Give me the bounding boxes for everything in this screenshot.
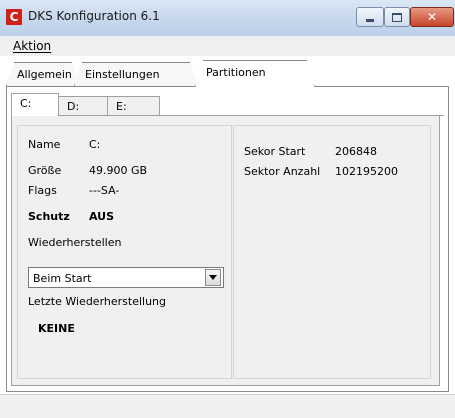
sector-count-value: 102195200 xyxy=(335,165,398,178)
schutz-label: Schutz xyxy=(28,210,70,223)
dropdown-arrow-icon[interactable] xyxy=(205,269,221,286)
size-value: 49.900 GB xyxy=(89,164,148,177)
main-area: Allgemein Einstellungen Partitionen C: D… xyxy=(0,56,455,394)
tab-einstellungen[interactable]: Einstellungen xyxy=(74,62,198,86)
name-value: C: xyxy=(89,138,101,151)
status-bar xyxy=(0,394,455,418)
maximize-button[interactable] xyxy=(384,7,410,27)
drive-content: Name C: Größe 49.900 GB Flags ---SA- Sch… xyxy=(11,116,440,386)
menu-bar: Aktion xyxy=(0,36,455,56)
flags-value: ---SA- xyxy=(89,184,120,197)
menu-aktion[interactable]: Aktion xyxy=(13,39,51,53)
tab-partitionen[interactable]: Partitionen xyxy=(195,60,315,87)
tab-allgemein[interactable]: Allgemein xyxy=(6,62,80,86)
sector-count-label: Sektor Anzahl xyxy=(244,165,321,178)
partition-info-group: Name C: Größe 49.900 GB Flags ---SA- Sch… xyxy=(17,125,232,379)
sector-info-group: Sekor Start 206848 Sektor Anzahl 1021952… xyxy=(233,125,431,379)
sector-start-value: 206848 xyxy=(335,145,377,158)
size-label: Größe xyxy=(28,164,62,177)
minimize-button[interactable] xyxy=(356,7,384,27)
tab-drive-c[interactable]: C: xyxy=(11,93,59,116)
name-label: Name xyxy=(28,138,61,151)
sector-start-label: Sekor Start xyxy=(244,145,306,158)
maximize-icon xyxy=(392,12,402,22)
restore-select-value: Beim Start xyxy=(33,272,92,285)
title-bar[interactable]: C DKS Konfiguration 6.1 ✕ xyxy=(0,0,455,37)
last-restore-label: Letzte Wiederherstellung xyxy=(28,295,167,308)
flags-label: Flags xyxy=(28,184,57,197)
last-restore-value: KEINE xyxy=(38,322,75,335)
close-icon: ✕ xyxy=(426,10,438,24)
partitions-panel: C: D: E: Name C: Größe 49.900 GB Flags -… xyxy=(6,87,449,392)
restore-label: Wiederherstellen xyxy=(28,236,122,249)
close-button[interactable]: ✕ xyxy=(410,7,454,27)
schutz-value: AUS xyxy=(89,210,115,223)
tab-drive-d[interactable]: D: xyxy=(58,96,108,115)
window-title: DKS Konfiguration 6.1 xyxy=(28,9,160,23)
top-tab-strip: Allgemein Einstellungen Partitionen xyxy=(0,56,455,87)
app-icon: C xyxy=(6,9,22,25)
tab-drive-e[interactable]: E: xyxy=(107,96,160,115)
minimize-icon xyxy=(366,18,374,22)
restore-select[interactable]: Beim Start xyxy=(28,267,224,288)
